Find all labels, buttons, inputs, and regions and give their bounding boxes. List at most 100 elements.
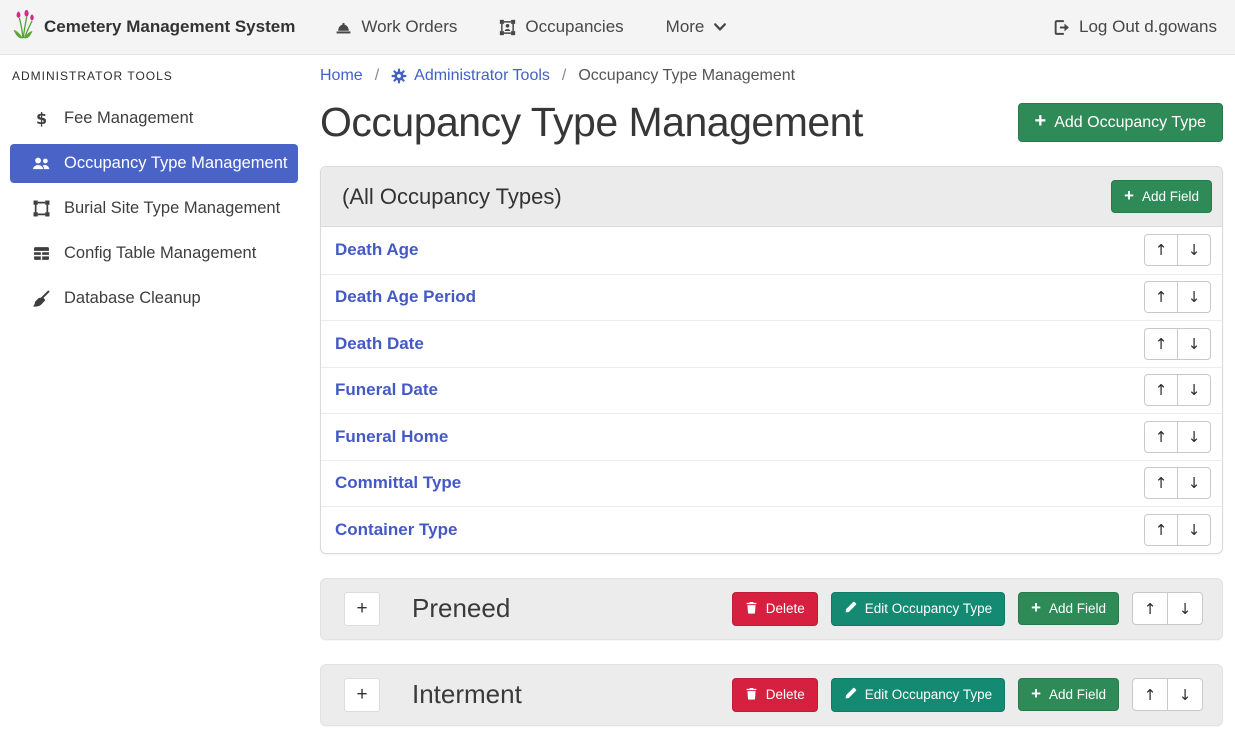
move-down-button[interactable]: [1177, 328, 1211, 360]
card-title: (All Occupancy Types): [342, 184, 562, 210]
breadcrumb: Home / Administrator Tools / Occupancy T…: [320, 63, 1223, 85]
expand-button[interactable]: +: [344, 678, 380, 712]
move-up-button[interactable]: [1144, 234, 1178, 266]
move-down-button[interactable]: [1177, 281, 1211, 313]
section-bar-interment: + Interment Delete Edit Occupancy Type A…: [320, 664, 1223, 726]
plus-icon: [1031, 601, 1041, 616]
navbar-menu: Work Orders Occupancies More: [335, 17, 727, 37]
chevron-down-icon: [713, 20, 727, 34]
add-occupancy-type-button[interactable]: Add Occupancy Type: [1018, 103, 1223, 142]
move-down-button[interactable]: [1177, 234, 1211, 266]
add-field-button[interactable]: Add Field: [1018, 592, 1119, 625]
field-link-death-date[interactable]: Death Date: [335, 334, 424, 354]
gear-icon: [391, 68, 407, 84]
delete-button[interactable]: Delete: [732, 592, 818, 626]
reorder-button-group: [1144, 514, 1211, 546]
move-down-button[interactable]: [1167, 592, 1203, 625]
navbar-item-work-orders[interactable]: Work Orders: [335, 17, 457, 37]
field-row: Death Age Period: [321, 274, 1222, 321]
reorder-button-group: [1132, 592, 1203, 625]
pencil-icon: [844, 687, 857, 703]
move-up-button[interactable]: [1144, 328, 1178, 360]
field-row: Death Date: [321, 320, 1222, 367]
table-icon: [28, 245, 54, 262]
reorder-button-group: [1144, 467, 1211, 499]
edit-occupancy-type-button[interactable]: Edit Occupancy Type: [831, 592, 1005, 626]
sidebar-item-occupancy-type-management[interactable]: Occupancy Type Management: [10, 144, 298, 183]
hard-hat-icon: [335, 19, 352, 36]
plus-icon: [1031, 687, 1041, 702]
sidebar-item-config-table-management[interactable]: Config Table Management: [10, 234, 298, 273]
section-bar-preneed: + Preneed Delete Edit Occupancy Type Add…: [320, 578, 1223, 640]
field-link-container-type[interactable]: Container Type: [335, 520, 457, 540]
move-down-button[interactable]: [1177, 467, 1211, 499]
reorder-button-group: [1144, 234, 1211, 266]
add-field-button[interactable]: Add Field: [1018, 678, 1119, 711]
app-title: Cemetery Management System: [44, 17, 295, 37]
move-down-button[interactable]: [1177, 421, 1211, 453]
trash-icon: [745, 601, 758, 617]
move-down-button[interactable]: [1177, 374, 1211, 406]
move-down-button[interactable]: [1177, 514, 1211, 546]
logout-button[interactable]: Log Out d.gowans: [1053, 17, 1217, 37]
navbar-item-more[interactable]: More: [666, 17, 728, 37]
svg-text:$: $: [35, 110, 46, 127]
field-link-funeral-date[interactable]: Funeral Date: [335, 380, 438, 400]
add-field-button[interactable]: Add Field: [1111, 180, 1212, 213]
move-down-button[interactable]: [1167, 678, 1203, 711]
breadcrumb-admin-tools-link[interactable]: Administrator Tools: [391, 67, 550, 85]
app-brand: Cemetery Management System: [12, 10, 295, 45]
reorder-button-group: [1144, 374, 1211, 406]
field-row: Funeral Home: [321, 413, 1222, 460]
field-link-death-age[interactable]: Death Age: [335, 240, 418, 260]
field-link-death-age-period[interactable]: Death Age Period: [335, 287, 476, 307]
navbar-item-occupancies[interactable]: Occupancies: [499, 17, 623, 37]
field-row: Funeral Date: [321, 367, 1222, 414]
all-occupancy-types-card: (All Occupancy Types) Add Field Death Ag…: [320, 166, 1223, 554]
move-up-button[interactable]: [1144, 421, 1178, 453]
breadcrumb-home-link[interactable]: Home: [320, 67, 363, 85]
occupancy-type-sections: + Preneed Delete Edit Occupancy Type Add…: [320, 578, 1223, 726]
vector-square-icon: [28, 200, 54, 217]
sign-out-icon: [1053, 19, 1070, 36]
breadcrumb-separator: /: [363, 67, 391, 85]
broom-icon: [28, 290, 54, 308]
occupancy-frame-icon: [499, 19, 516, 36]
main-layout: Administrator Tools $ Fee Management Occ…: [0, 55, 1235, 738]
move-up-button[interactable]: [1144, 467, 1178, 499]
users-icon: [28, 155, 54, 173]
move-up-button[interactable]: [1132, 592, 1168, 625]
top-navbar: Cemetery Management System Work Orders O…: [0, 0, 1235, 55]
field-list: Death Age Death Age Period Death Date: [321, 227, 1222, 553]
sidebar-item-fee-management[interactable]: $ Fee Management: [10, 99, 298, 138]
dollar-icon: $: [28, 110, 54, 127]
field-link-funeral-home[interactable]: Funeral Home: [335, 427, 448, 447]
main-content: Home / Administrator Tools / Occupancy T…: [310, 55, 1235, 738]
tulip-logo-icon: [12, 10, 36, 45]
sidebar-menu: $ Fee Management Occupancy Type Manageme…: [0, 99, 310, 318]
sidebar-item-burial-site-type-management[interactable]: Burial Site Type Management: [10, 189, 298, 228]
pencil-icon: [844, 601, 857, 617]
field-link-committal-type[interactable]: Committal Type: [335, 473, 461, 493]
admin-tools-sidebar: Administrator Tools $ Fee Management Occ…: [0, 55, 310, 738]
delete-button[interactable]: Delete: [732, 678, 818, 712]
move-up-button[interactable]: [1144, 374, 1178, 406]
plus-icon: [1035, 113, 1047, 132]
section-actions: Delete Edit Occupancy Type Add Field: [732, 592, 1203, 626]
plus-icon: [1124, 189, 1134, 204]
breadcrumb-separator: /: [550, 67, 578, 85]
page-header: Occupancy Type Management Add Occupancy …: [320, 99, 1223, 146]
field-row: Committal Type: [321, 460, 1222, 507]
sidebar-item-database-cleanup[interactable]: Database Cleanup: [10, 279, 298, 318]
reorder-button-group: [1132, 678, 1203, 711]
edit-occupancy-type-button[interactable]: Edit Occupancy Type: [831, 678, 1005, 712]
trash-icon: [745, 687, 758, 703]
move-up-button[interactable]: [1144, 514, 1178, 546]
field-row: Container Type: [321, 506, 1222, 553]
expand-button[interactable]: +: [344, 592, 380, 626]
page-title: Occupancy Type Management: [320, 99, 1018, 146]
move-up-button[interactable]: [1132, 678, 1168, 711]
field-row: Death Age: [321, 227, 1222, 274]
move-up-button[interactable]: [1144, 281, 1178, 313]
section-title: Preneed: [412, 593, 510, 624]
